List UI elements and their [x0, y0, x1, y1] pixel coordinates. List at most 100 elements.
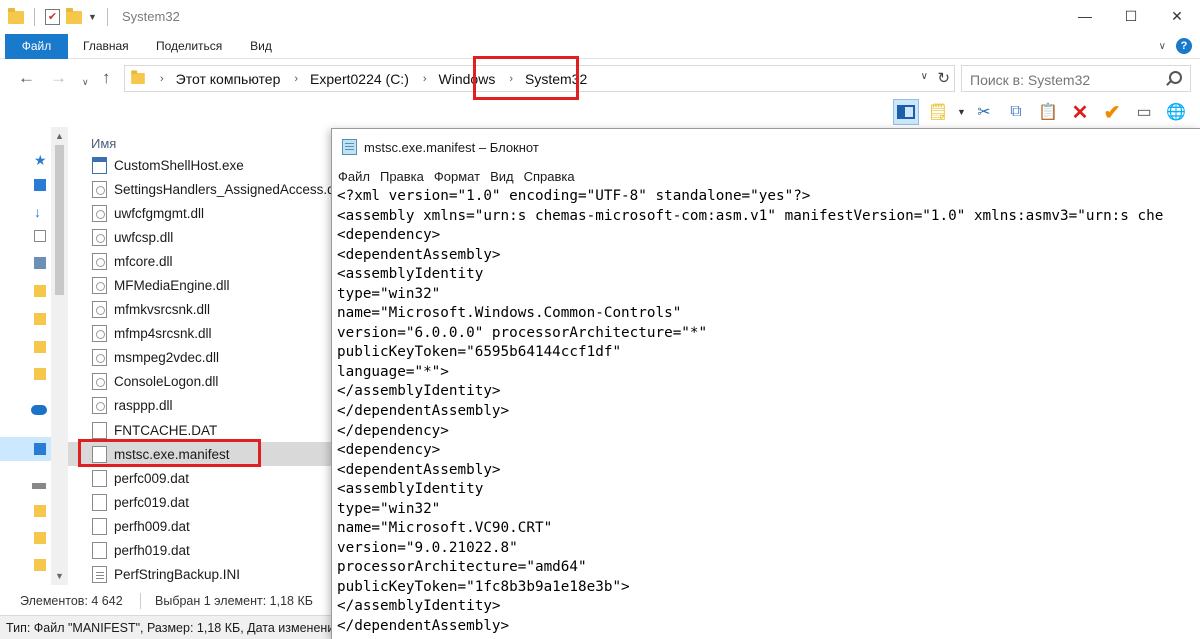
text-line: <assemblyIdentity	[337, 266, 484, 283]
documents-icon[interactable]	[34, 230, 46, 242]
folder-icon[interactable]	[34, 341, 46, 353]
dll-icon	[92, 180, 107, 198]
file-row[interactable]: PerfStringBackup.INI	[68, 563, 332, 587]
file-row[interactable]: MFMediaEngine.dll	[68, 273, 332, 297]
customize-qat-chevron-icon[interactable]: ▼	[88, 12, 97, 22]
minimize-button[interactable]: —	[1062, 0, 1108, 32]
file-row[interactable]: msmpeg2vdec.dll	[68, 346, 332, 370]
scrollbar-thumb[interactable]	[55, 145, 64, 295]
folder-icon[interactable]	[34, 313, 46, 325]
breadcrumb-separator-icon[interactable]: ›	[294, 73, 298, 85]
file-row[interactable]: rasppp.dll	[68, 394, 332, 418]
tab-file[interactable]: Файл	[5, 34, 68, 59]
breadcrumb-windows[interactable]: Windows	[439, 71, 496, 87]
file-row[interactable]: uwfcfgmgmt.dll	[68, 201, 332, 225]
expand-ribbon-chevron-icon[interactable]: ∨	[1159, 41, 1166, 52]
file-row[interactable]: perfc009.dat	[68, 466, 332, 490]
menu-help[interactable]: Справка	[524, 169, 575, 184]
back-arrow-icon[interactable]: ←	[18, 68, 35, 88]
tab-home[interactable]: Главная	[83, 34, 129, 59]
pictures-icon[interactable]	[34, 257, 46, 269]
nav-pane-scrollbar[interactable]: ▲ ▼	[51, 127, 68, 585]
drive-icon[interactable]	[32, 483, 46, 489]
file-name: perfc009.dat	[114, 470, 190, 486]
file-row[interactable]: ConsoleLogon.dll	[68, 370, 332, 394]
file-row[interactable]: mfmkvsrcsnk.dll	[68, 298, 332, 322]
downloads-icon[interactable]: ↓	[34, 204, 41, 220]
maximize-button[interactable]: ☐	[1108, 0, 1154, 32]
search-icon[interactable]	[1169, 71, 1182, 84]
text-line: version="6.0.0.0" processorArchitecture=…	[337, 324, 708, 341]
menu-view[interactable]: Вид	[490, 169, 514, 184]
rename-button[interactable]: ▭	[1131, 99, 1157, 125]
file-row[interactable]: perfh019.dat	[68, 539, 332, 563]
file-row[interactable]: uwfcsp.dll	[68, 225, 332, 249]
column-header-name[interactable]: Имя	[91, 136, 116, 151]
properties-icon[interactable]: ✔	[45, 9, 60, 25]
menu-format[interactable]: Формат	[434, 169, 480, 184]
breadcrumb-this-pc[interactable]: Этот компьютер	[176, 71, 281, 87]
toolbar-dropdown-chevron-icon[interactable]: ▼	[957, 107, 966, 117]
tab-view[interactable]: Вид	[250, 34, 272, 59]
tab-share[interactable]: Поделиться	[156, 34, 222, 59]
file-name: perfc019.dat	[114, 494, 190, 510]
dll-icon	[92, 301, 107, 319]
file-row[interactable]: CustomShellHost.exe	[68, 153, 332, 177]
file-icon	[92, 445, 107, 463]
explorer-titlebar: ✔ ▼ System32 — ☐ ✕	[0, 0, 1200, 34]
folder-icon[interactable]	[34, 368, 46, 380]
menu-file[interactable]: Файл	[338, 169, 370, 184]
breadcrumb-drive[interactable]: Expert0224 (C:)	[310, 71, 409, 87]
new-folder-icon[interactable]	[66, 7, 82, 24]
breadcrumb-separator-icon[interactable]: ›	[423, 73, 427, 85]
text-line: </assemblyIdentity>	[337, 598, 501, 615]
window-controls: — ☐ ✕	[1062, 0, 1200, 32]
file-row[interactable]: perfc019.dat	[68, 490, 332, 514]
confirm-button[interactable]: ✔	[1099, 99, 1125, 125]
scroll-down-chevron-icon[interactable]: ▼	[51, 571, 68, 581]
quick-access-star-icon[interactable]: ★	[34, 152, 47, 169]
cut-button[interactable]: ✂	[971, 99, 997, 125]
file-row[interactable]: mfcore.dll	[68, 249, 332, 273]
breadcrumb-separator-icon[interactable]: ›	[509, 73, 513, 85]
dll-icon	[92, 349, 107, 367]
preview-pane-button[interactable]	[893, 99, 919, 125]
file-row[interactable]: FNTCACHE.DAT	[68, 418, 332, 442]
folder-icon[interactable]	[34, 532, 46, 544]
forward-arrow-icon[interactable]: →	[50, 68, 67, 88]
notepad-text-area[interactable]: <?xml version="1.0" encoding="UTF-8" sta…	[332, 187, 1200, 639]
menu-edit[interactable]: Правка	[380, 169, 424, 184]
copy-button[interactable]: ⧉	[1003, 99, 1029, 125]
up-arrow-icon[interactable]: ↑	[102, 68, 111, 88]
scroll-up-chevron-icon[interactable]: ▲	[51, 131, 68, 141]
breadcrumb-system32[interactable]: System32	[525, 71, 587, 87]
paste-button[interactable]: 📋	[1035, 99, 1061, 125]
help-icon[interactable]: ?	[1176, 38, 1192, 54]
search-box[interactable]: Поиск в: System32	[961, 65, 1191, 92]
address-bar[interactable]: › Этот компьютер › Expert0224 (C:) › Win…	[124, 65, 955, 92]
breadcrumb-separator-icon[interactable]: ›	[160, 73, 164, 85]
file-row[interactable]: mstsc.exe.manifest	[68, 442, 332, 467]
file-row[interactable]: SettingsHandlers_AssignedAccess.dll	[68, 177, 332, 201]
desktop-icon[interactable]	[34, 179, 46, 191]
refresh-icon[interactable]: ↻	[937, 69, 950, 87]
file-rows: CustomShellHost.exe SettingsHandlers_Assi…	[68, 153, 332, 587]
folder-icon[interactable]	[34, 285, 46, 297]
close-button[interactable]: ✕	[1154, 0, 1200, 32]
new-note-button[interactable]: 🗒	[925, 99, 951, 125]
file-row[interactable]: perfh009.dat	[68, 514, 332, 538]
navigation-pane: ★ ↓ ▲ ▼	[0, 127, 68, 585]
onedrive-cloud-icon[interactable]	[31, 405, 47, 415]
file-name: uwfcfgmgmt.dll	[114, 205, 205, 221]
file-row[interactable]: mfmp4srcsnk.dll	[68, 322, 332, 346]
recent-locations-chevron-icon[interactable]: ∨	[82, 72, 89, 92]
this-pc-icon[interactable]	[34, 443, 46, 455]
globe-button[interactable]: 🌐	[1163, 99, 1189, 125]
folder-icon[interactable]	[34, 505, 46, 517]
delete-button[interactable]: ✕	[1067, 99, 1093, 125]
file-name: mfcore.dll	[114, 253, 173, 269]
file-name: SettingsHandlers_AssignedAccess.dll	[114, 181, 332, 197]
text-line: name="Microsoft.VC90.CRT"	[337, 520, 553, 537]
address-history-chevron-icon[interactable]: ∨	[921, 71, 928, 82]
folder-icon[interactable]	[34, 559, 46, 571]
